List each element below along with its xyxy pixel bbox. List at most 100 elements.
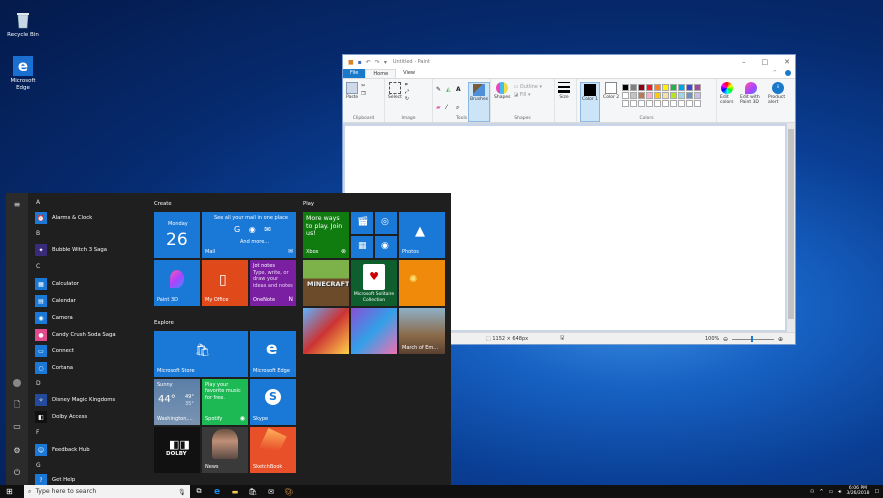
desktop-icon-recycle-bin[interactable]: Recycle Bin <box>2 10 44 39</box>
store-taskbar-icon[interactable]: 🛍︎ <box>244 485 262 498</box>
tile-dolby[interactable]: ◧◨ DOLBY <box>154 427 200 473</box>
color-swatch[interactable] <box>630 92 638 99</box>
people-icon[interactable]: ⚇ <box>810 489 814 495</box>
mail-taskbar-icon[interactable]: ✉ <box>262 485 280 498</box>
color-swatch[interactable] <box>670 84 678 91</box>
letter-header[interactable]: A <box>36 199 40 206</box>
minimize-icon[interactable]: – <box>742 58 746 66</box>
hamburger-icon[interactable]: ≡ <box>11 199 23 211</box>
vertical-scrollbar[interactable] <box>787 123 795 332</box>
color-swatch[interactable] <box>654 100 662 107</box>
list-item-feedback-hub[interactable]: ☺ Feedback Hub <box>35 444 90 456</box>
color-swatch[interactable] <box>630 84 638 91</box>
color-swatch[interactable] <box>646 92 654 99</box>
network-icon[interactable]: ▭ <box>829 489 834 495</box>
color-swatch[interactable] <box>694 84 702 91</box>
clock[interactable]: 6:06 PM 3/26/2018 <box>846 486 869 496</box>
tile-spotify[interactable]: Play your favorite music for free. Spoti… <box>202 379 248 425</box>
color-swatch[interactable] <box>622 92 630 99</box>
letter-header[interactable]: C <box>36 263 40 270</box>
edge-taskbar-icon[interactable]: e <box>208 485 226 498</box>
tile-calculator[interactable]: ▦ <box>351 236 373 258</box>
color-swatch[interactable] <box>670 100 678 107</box>
ribbon-collapse-icon[interactable]: ^ <box>769 69 781 78</box>
paint-titlebar[interactable]: ■ ▪ ↶ ↷ ▾ Untitled - Paint – □ ✕ <box>343 55 795 69</box>
windows-start-icon[interactable]: ⊞ <box>6 487 13 496</box>
tile-bubble-witch[interactable] <box>351 308 397 354</box>
letter-header[interactable]: B <box>36 230 40 237</box>
color-swatch[interactable] <box>638 100 646 107</box>
microphone-icon[interactable]: 🎙︎ <box>178 488 186 496</box>
letter-header[interactable]: D <box>36 380 41 387</box>
user-avatar-icon[interactable] <box>11 379 23 391</box>
color-swatch[interactable] <box>622 84 630 91</box>
group-create-header[interactable]: Create <box>154 201 172 207</box>
list-item-connect[interactable]: ▭ Connect <box>35 345 74 357</box>
color-swatch[interactable] <box>678 100 686 107</box>
tray-chevron-icon[interactable]: ^ <box>819 489 823 495</box>
color-swatch[interactable] <box>670 92 678 99</box>
color-swatch[interactable] <box>646 100 654 107</box>
color-swatch[interactable] <box>662 100 670 107</box>
letter-header[interactable]: G <box>36 462 41 469</box>
tile-xbox[interactable]: More ways to play. Join us! Xbox ⊗ <box>303 212 349 258</box>
power-icon[interactable]: ⏻ <box>11 467 23 479</box>
list-item-disney[interactable]: ✧ Disney Magic Kingdoms <box>35 394 115 406</box>
search-box[interactable]: ⌕ Type here to search 🎙︎ <box>24 485 190 498</box>
zoom-slider[interactable]: ⊖ ⊕ <box>723 336 783 343</box>
tile-minecraft[interactable]: MINECRAFT <box>303 260 349 306</box>
size-button[interactable]: Size <box>558 82 570 122</box>
edit-colors-button[interactable]: Edit colors <box>720 82 734 122</box>
redo-icon[interactable]: ↷ <box>375 59 380 66</box>
color-swatch[interactable] <box>694 92 702 99</box>
tile-royal-revolt[interactable]: ✺ <box>399 260 445 306</box>
save-icon[interactable]: ▪ <box>358 59 362 66</box>
tile-disney[interactable] <box>303 308 349 354</box>
color-swatch[interactable] <box>646 84 654 91</box>
tab-home[interactable]: Home <box>365 69 397 78</box>
edit-paint3d-button[interactable]: Edit with Paint 3D <box>740 82 762 122</box>
close-icon[interactable]: ✕ <box>784 58 790 66</box>
text-icon[interactable]: A <box>456 86 465 103</box>
group-explore-header[interactable]: Explore <box>154 320 174 326</box>
tile-solitaire[interactable]: ♥ Microsoft Solitaire Collection <box>351 260 397 306</box>
list-item-cortana[interactable]: ○ Cortana <box>35 362 73 374</box>
tile-microsoft-store[interactable]: 🛍︎ Microsoft Store <box>154 331 248 377</box>
tile-mail[interactable]: See all your mail in one place G ◉ ✉ And… <box>202 212 296 258</box>
settings-icon[interactable]: ⚙ <box>11 445 23 457</box>
tile-groove[interactable]: ◎ <box>375 212 397 234</box>
tile-news[interactable]: News <box>202 427 248 473</box>
group-play-header[interactable]: Play <box>303 201 314 207</box>
tile-microsoft-edge[interactable]: e Microsoft Edge <box>250 331 296 377</box>
maximize-icon[interactable]: □ <box>762 58 769 66</box>
color-swatch[interactable] <box>630 100 638 107</box>
tile-calendar[interactable]: Monday 26 <box>154 212 200 258</box>
file-explorer-icon[interactable]: ▬ <box>226 485 244 498</box>
tile-movies[interactable]: 🎬︎ <box>351 212 373 234</box>
color-swatch[interactable] <box>638 84 646 91</box>
list-item-alarms[interactable]: ⏰ Alarms & Clock <box>35 212 92 224</box>
resize-icon[interactable]: ⤢ <box>405 89 409 95</box>
action-center-icon[interactable]: ☐ <box>875 489 879 495</box>
documents-icon[interactable]: 🗋 <box>11 399 23 411</box>
color-swatch[interactable] <box>662 84 670 91</box>
product-alert-button[interactable]: i Product alert <box>768 82 788 122</box>
color-swatch[interactable] <box>638 92 646 99</box>
color-swatch[interactable] <box>678 84 686 91</box>
color-swatch[interactable] <box>686 84 694 91</box>
color-swatch[interactable] <box>622 100 630 107</box>
list-item-candy-crush[interactable]: ● Candy Crush Soda Saga <box>35 329 116 341</box>
color-swatch[interactable] <box>662 92 670 99</box>
tile-skype[interactable]: S Skype <box>250 379 296 425</box>
desktop-icon-edge[interactable]: e Microsoft Edge <box>2 56 44 91</box>
tile-sketchbook[interactable]: SketchBook <box>250 427 296 473</box>
list-item-calculator[interactable]: ▦ Calculator <box>35 278 79 290</box>
color-swatch[interactable] <box>654 92 662 99</box>
cut-icon[interactable]: ✂ <box>361 83 365 89</box>
tile-photos[interactable]: ▲ Photos <box>399 212 445 258</box>
color-swatch[interactable] <box>686 92 694 99</box>
scroll-thumb[interactable] <box>788 129 794 319</box>
list-item-dolby[interactable]: ◧ Dolby Access <box>35 411 87 423</box>
list-item-bubble-witch[interactable]: ✦ Bubble Witch 3 Saga <box>35 244 107 256</box>
letter-header[interactable]: F <box>36 429 39 436</box>
